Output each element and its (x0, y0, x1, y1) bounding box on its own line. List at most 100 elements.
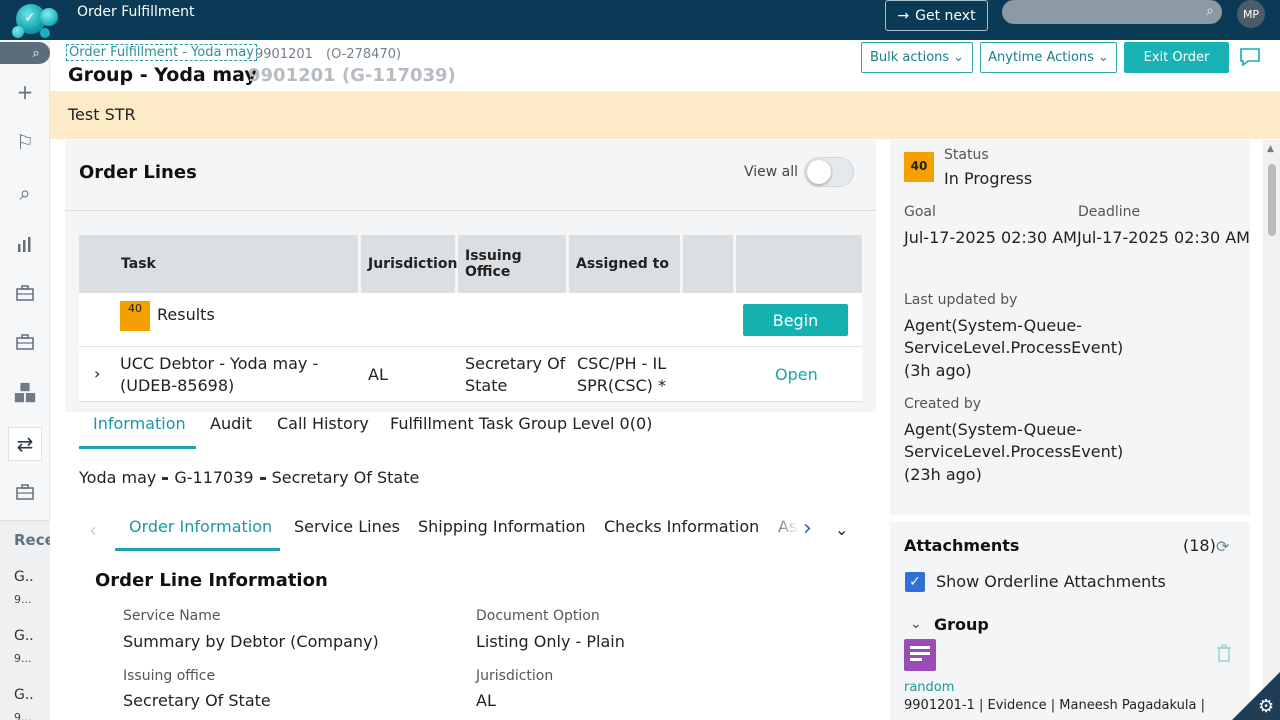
recent-heading: Rece (14, 531, 50, 549)
assigned-to-cell: CSC/PH - IL SPR(CSC) * (577, 354, 667, 395)
tab-order-information[interactable]: Order Information (129, 517, 272, 536)
bulk-actions-button[interactable]: Bulk actions ⌄ (861, 42, 973, 73)
field-label: Jurisdiction (476, 668, 554, 684)
exit-order-button[interactable]: Exit Order (1124, 42, 1229, 73)
trash-icon[interactable] (1216, 644, 1232, 667)
summary-name: Yoda may (79, 468, 157, 487)
column-header-assigned-to[interactable]: Assigned to (569, 235, 680, 293)
chevron-down-icon[interactable]: ⌄ (835, 520, 848, 539)
switch-arrows-icon[interactable]: ⇄ (8, 427, 42, 461)
tab-call-history[interactable]: Call History (277, 414, 369, 433)
chevron-down-icon[interactable]: ⌄ (910, 616, 922, 632)
attachment-name-link[interactable]: random (904, 680, 954, 695)
refresh-icon[interactable]: ⟳ (1216, 537, 1229, 556)
chat-icon[interactable] (1239, 47, 1263, 69)
order-lines-title: Order Lines (79, 162, 197, 183)
created-by-label: Created by (904, 396, 982, 412)
field-label: Service Name (123, 608, 221, 624)
table-row: › UCC Debtor - Yoda may - (UDEB-85698) A… (79, 347, 862, 402)
app-title: Order Fulfillment (77, 4, 195, 20)
chevron-down-icon: ⌄ (953, 50, 965, 65)
breadcrumb-link[interactable]: Order Fulfillment - Yoda may (66, 44, 257, 61)
field-value: AL (476, 691, 496, 710)
chevron-down-icon: ⌄ (1097, 50, 1109, 65)
tab-audit[interactable]: Audit (210, 414, 252, 433)
goal-label: Goal (904, 204, 936, 220)
tab-fulfillment-task-group[interactable]: Fulfillment Task Group Level 0(0) (390, 414, 652, 433)
order-line-info-title: Order Line Information (95, 570, 328, 591)
status-value: In Progress (944, 169, 1033, 188)
anytime-actions-label: Anytime Actions (988, 50, 1094, 65)
group-label: Group (934, 615, 989, 634)
column-header-issuing-office[interactable]: Issuing Office (458, 235, 566, 293)
results-label: Results (157, 305, 215, 324)
summary-line: Yoda may G-117039 Secretary Of State (79, 468, 419, 487)
active-tab-indicator (79, 446, 196, 449)
global-search-input[interactable]: ⌕ (1002, 0, 1222, 24)
anytime-actions-button[interactable]: Anytime Actions ⌄ (980, 42, 1117, 73)
get-next-button[interactable]: → Get next (885, 0, 988, 31)
user-avatar[interactable]: MP (1237, 0, 1265, 28)
column-header-action (736, 235, 862, 293)
last-updated-ago: (3h ago) (904, 361, 972, 380)
deadline-value: Jul-17-2025 02:30 AM (1077, 228, 1250, 247)
field-label: Issuing office (123, 668, 216, 684)
nav-search-button[interactable]: ⌕ (0, 42, 50, 64)
jurisdiction-cell: AL (368, 365, 388, 384)
tab-checks-information[interactable]: Checks Information (604, 517, 759, 536)
column-header-task[interactable]: Task (79, 235, 358, 293)
cubes-icon[interactable] (13, 381, 37, 405)
get-next-label: Get next (915, 7, 976, 24)
flag-icon[interactable]: ⚐ (13, 130, 37, 154)
chevron-right-icon[interactable]: › (803, 516, 812, 541)
recent-item[interactable]: G.. (14, 569, 34, 585)
attachment-meta: 9901201-1 | Evidence | Maneesh Pagadakul… (904, 698, 1205, 713)
search-icon: ⌕ (32, 45, 40, 61)
recent-item[interactable]: G.. (14, 687, 34, 703)
page-title: Group - Yoda may (68, 64, 257, 86)
arrow-right-icon: → (897, 7, 910, 24)
tab-information[interactable]: Information (93, 414, 186, 433)
document-icon (904, 639, 936, 671)
scroll-up-icon[interactable]: ▲ (1267, 144, 1274, 154)
recent-item-sub: 9... (14, 593, 32, 606)
active-tab-indicator (115, 548, 280, 551)
divider (65, 210, 876, 211)
chevron-left-icon[interactable]: ‹ (89, 518, 97, 542)
tab-service-lines[interactable]: Service Lines (294, 517, 400, 536)
view-all-toggle[interactable] (804, 157, 854, 187)
begin-button[interactable]: Begin (743, 304, 848, 336)
left-navigation: ⌕ + ⚐ ⌕ ⇄ Rece G.. 9... G.. 9... G.. 9..… (0, 40, 50, 720)
goal-value: Jul-17-2025 02:30 AM (904, 228, 1077, 247)
plus-icon[interactable]: + (13, 80, 37, 104)
vertical-scrollbar[interactable]: ▲ (1263, 140, 1280, 720)
urgency-badge: 40 (904, 152, 934, 182)
tab-shipping-information[interactable]: Shipping Information (418, 517, 586, 536)
banner-text: Test STR (68, 105, 136, 124)
task-cell: UCC Debtor - Yoda may - (UDEB-85698) (120, 354, 319, 395)
briefcase-icon[interactable] (13, 480, 37, 504)
view-all-label: View all (744, 164, 799, 180)
table-row: 40 Results Begin (79, 293, 862, 347)
recent-panel: Rece G.. 9... G.. 9... G.. 9... (0, 520, 50, 720)
column-header-jurisdiction[interactable]: Jurisdiction (361, 235, 457, 293)
open-link[interactable]: Open (775, 364, 818, 386)
created-by-line2: ServiceLevel.ProcessEvent) (904, 442, 1124, 461)
summary-group: G-117039 (174, 468, 254, 487)
app-logo[interactable]: ✓ (10, 0, 62, 40)
briefcase-icon[interactable] (13, 281, 37, 305)
bar-chart-icon[interactable] (13, 232, 37, 256)
attachments-panel: Attachments (18) ⟳ ✓ Show Orderline Atta… (890, 522, 1250, 720)
search-icon[interactable]: ⌕ (13, 181, 37, 205)
field-value: Listing Only - Plain (476, 632, 625, 651)
attachments-title: Attachments (904, 536, 1020, 555)
chevron-right-icon[interactable]: › (94, 363, 100, 385)
last-updated-line1: Agent(System-Queue- (904, 316, 1082, 335)
scrollbar-thumb[interactable] (1268, 164, 1276, 236)
attachments-count: (18) (1183, 536, 1216, 555)
recent-item-sub: 9... (14, 652, 32, 665)
briefcase-icon[interactable] (13, 330, 37, 354)
gear-icon[interactable]: ⚙ (1258, 696, 1274, 717)
recent-item[interactable]: G.. (14, 628, 34, 644)
show-orderline-checkbox[interactable]: ✓ (905, 572, 925, 592)
